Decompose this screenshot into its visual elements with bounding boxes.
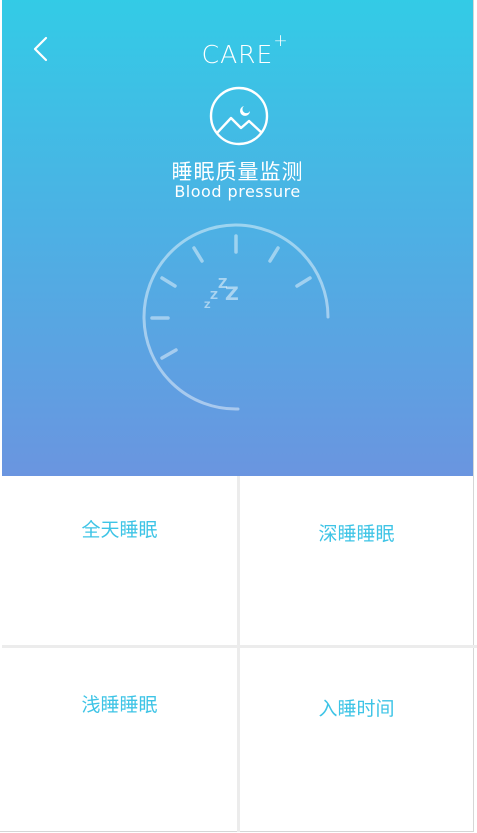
brand-text: CARE <box>201 40 274 69</box>
svg-text:Z: Z <box>210 289 218 302</box>
grid-item-label: 浅睡睡眠 <box>81 694 158 716</box>
page-subtitle: Blood pressure <box>174 182 301 201</box>
brand-plus-mark: + <box>273 31 289 51</box>
grid-item-light-sleep[interactable]: 浅睡睡眠 <box>2 690 237 717</box>
grid-item-label: 深睡睡眠 <box>318 523 395 545</box>
svg-text:Z: Z <box>225 283 239 305</box>
grid-divider-horizontal <box>2 645 477 648</box>
hero-panel: CARE + 睡眠质量监测 Blood pressure Z Z Z Z <box>2 0 473 476</box>
svg-text:Z: Z <box>204 301 211 311</box>
moon-mountain-icon <box>209 86 269 146</box>
grid-item-deep-sleep[interactable]: 深睡睡眠 <box>240 519 473 546</box>
grid-item-all-day-sleep[interactable]: 全天睡眠 <box>2 515 237 542</box>
grid-item-label: 全天睡眠 <box>81 519 158 541</box>
grid-item-label: 入睡时间 <box>318 698 395 720</box>
brand-logo: CARE + <box>2 31 473 69</box>
grid-item-sleep-onset-time[interactable]: 入睡时间 <box>240 694 473 721</box>
sleep-gauge-icon: Z Z Z Z <box>142 223 330 411</box>
